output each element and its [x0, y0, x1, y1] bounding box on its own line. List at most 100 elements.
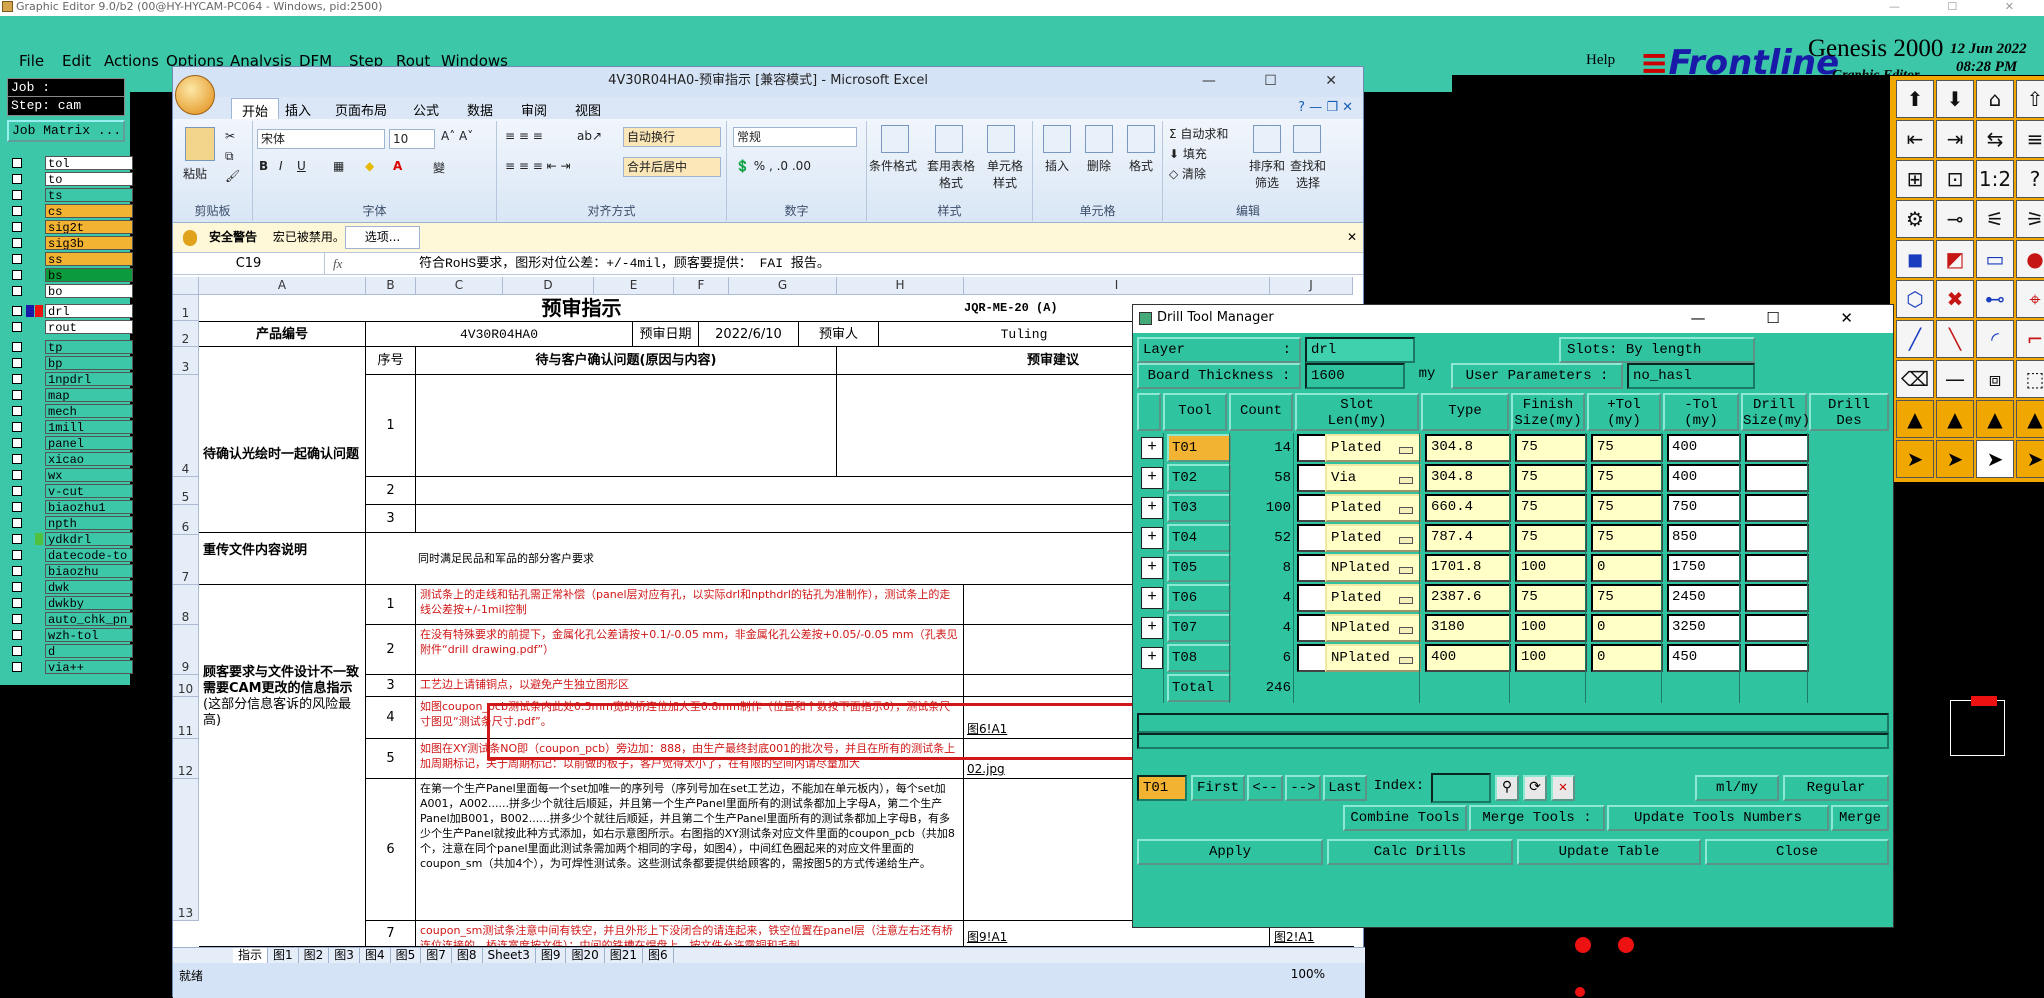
sheet-tab[interactable]: 图2: [299, 948, 330, 963]
expand-icon[interactable]: +: [1141, 497, 1163, 519]
window-controls[interactable]: — ☐ ✕: [1889, 0, 2036, 13]
finish-size-input[interactable]: 660.4: [1425, 494, 1511, 522]
layer-checkbox[interactable]: [12, 454, 22, 464]
zoom-tool-icon[interactable]: ⇤: [1896, 120, 1934, 158]
layer-name[interactable]: bp: [45, 356, 133, 370]
layer-name[interactable]: panel: [45, 436, 133, 450]
layer-checkbox[interactable]: [12, 614, 22, 624]
drill-size-input[interactable]: 750: [1667, 494, 1741, 522]
layer-name[interactable]: auto_chk_pn: [45, 612, 133, 626]
menu-file[interactable]: File: [19, 52, 44, 70]
layer-row[interactable]: mech: [8, 403, 133, 419]
layer-name[interactable]: wx: [45, 468, 133, 482]
line-tool-icon[interactable]: ╱: [1896, 320, 1934, 358]
layer-name[interactable]: v-cut: [45, 484, 133, 498]
index-input[interactable]: [1431, 773, 1491, 803]
layer-name[interactable]: 1mill: [45, 420, 133, 434]
layer-checkbox[interactable]: [12, 646, 22, 656]
tool-row[interactable]: + T08 6 NPlated 400 100 0 450: [1137, 643, 1889, 673]
sheet-tab[interactable]: 图20: [566, 948, 605, 963]
minus-tol-input[interactable]: 75: [1591, 584, 1663, 612]
column-header[interactable]: J: [1270, 277, 1353, 295]
tool-row[interactable]: + T03 100 Plated 660.4 75 75 750: [1137, 493, 1889, 523]
layer-row[interactable]: cs: [8, 203, 133, 219]
sheet-tab[interactable]: 指示: [233, 948, 269, 963]
finish-size-input[interactable]: 304.8: [1425, 434, 1511, 462]
find-select-button[interactable]: 查找和选择: [1287, 157, 1329, 191]
wrap-text-button[interactable]: 自动换行: [623, 127, 721, 147]
drill-des-input[interactable]: [1745, 434, 1809, 462]
layer-checkbox[interactable]: [12, 422, 22, 432]
layer-checkbox[interactable]: [12, 566, 22, 576]
layer-checkbox[interactable]: [12, 270, 22, 280]
select-all-corner[interactable]: [173, 277, 199, 295]
layer-checkbox[interactable]: [12, 662, 22, 672]
finish-size-input[interactable]: 304.8: [1425, 464, 1511, 492]
expand-icon[interactable]: +: [1141, 437, 1163, 459]
issue-cell[interactable]: [416, 375, 837, 477]
grow-font-icon[interactable]: A˄ A˅: [441, 129, 473, 143]
finish-size-input[interactable]: 400: [1425, 644, 1511, 672]
mode-select[interactable]: Regular: [1783, 775, 1889, 801]
layer-tool-icon[interactable]: ⌂: [1976, 80, 2014, 118]
tool-name[interactable]: T02: [1167, 464, 1231, 492]
type-select[interactable]: Plated: [1325, 494, 1421, 522]
format-cells-icon[interactable]: [1127, 125, 1155, 153]
layer-checkbox[interactable]: [12, 502, 22, 512]
minus-tol-input[interactable]: 75: [1591, 494, 1663, 522]
close-icon[interactable]: ✕: [1347, 223, 1357, 252]
layer-name[interactable]: biaozhu: [45, 564, 133, 578]
tab-data[interactable]: 数据: [467, 100, 493, 119]
layer-name[interactable]: dwk: [45, 580, 133, 594]
row-header[interactable]: 6: [173, 505, 199, 535]
minus-tol-input[interactable]: 0: [1591, 554, 1663, 582]
merge-center-button[interactable]: 合并后居中: [623, 157, 721, 177]
type-select[interactable]: Via: [1325, 464, 1421, 492]
column-header[interactable]: B: [366, 277, 416, 295]
layer-row[interactable]: bo: [8, 283, 133, 299]
seq-cell[interactable]: 6: [366, 779, 416, 921]
menu-actions[interactable]: Actions: [104, 52, 159, 70]
layer-row[interactable]: tp: [8, 339, 133, 355]
flip-tool-icon[interactable]: ▲: [1936, 400, 1974, 438]
fx-icon[interactable]: fx: [333, 253, 363, 274]
currency-icon[interactable]: 💲 % , .0 .00: [735, 159, 811, 173]
layer-checkbox[interactable]: [12, 582, 22, 592]
layer-row[interactable]: dwk: [8, 579, 133, 595]
sheet-tab[interactable]: 图1: [268, 948, 299, 963]
italic-button[interactable]: I: [279, 159, 283, 173]
tool-row[interactable]: + T04 52 Plated 787.4 75 75 850: [1137, 523, 1889, 553]
column-header[interactable]: C: [416, 277, 503, 295]
merge-button[interactable]: Merge: [1831, 805, 1889, 831]
tool-row[interactable]: + T01 14 Plated 304.8 75 75 400: [1137, 433, 1889, 463]
layer-row[interactable]: datecode-to: [8, 547, 133, 563]
layer-row[interactable]: ts: [8, 187, 133, 203]
orientation-icon[interactable]: ab↗: [577, 129, 602, 143]
column-header[interactable]: G: [729, 277, 837, 295]
sheet-tab[interactable]: 图9: [536, 948, 567, 963]
select-tool-icon[interactable]: ➤: [1896, 440, 1934, 478]
layer-row[interactable]: tol: [8, 155, 133, 171]
layer-name[interactable]: sig3b: [45, 236, 133, 250]
layer-name[interactable]: ydkdrl: [45, 532, 133, 546]
layer-row[interactable]: biaozhu1: [8, 499, 133, 515]
layer-checkbox[interactable]: [12, 438, 22, 448]
tool-name[interactable]: T04: [1167, 524, 1231, 552]
seq-cell[interactable]: 7: [366, 921, 416, 947]
tab-page-layout[interactable]: 页面布局: [335, 100, 387, 119]
sheet-tab[interactable]: 图8: [452, 948, 483, 963]
phonetic-icon[interactable]: 變: [433, 159, 445, 176]
layer-row[interactable]: wx: [8, 467, 133, 483]
finish-size-input[interactable]: 3180: [1425, 614, 1511, 642]
layer-tool-icon[interactable]: ⬇: [1936, 80, 1974, 118]
layer-name[interactable]: mech: [45, 404, 133, 418]
seq-cell[interactable]: 2: [366, 625, 416, 675]
layer-row[interactable]: biaozhu: [8, 563, 133, 579]
shape-tool-icon[interactable]: ▭: [1976, 240, 2014, 278]
font-color-icon[interactable]: A: [393, 159, 402, 173]
layer-name[interactable]: dwkby: [45, 596, 133, 610]
row-header[interactable]: 13: [173, 779, 199, 921]
measure-tool-icon[interactable]: ⊸: [1936, 200, 1974, 238]
layer-tool-icon[interactable]: ⬆: [1896, 80, 1934, 118]
update-tools-numbers-button[interactable]: Update Tools Numbers: [1607, 805, 1829, 831]
